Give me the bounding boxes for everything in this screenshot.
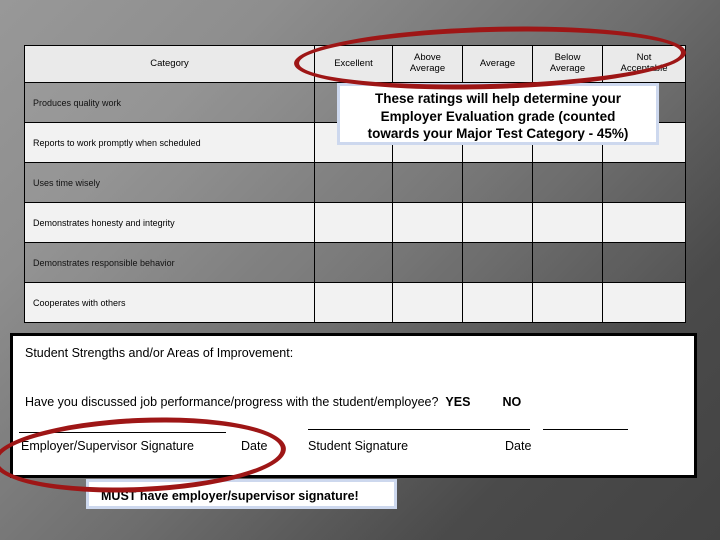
rating-cell-below-average[interactable]	[532, 162, 603, 203]
table-row: Demonstrates honesty and integrity	[24, 202, 686, 243]
ratings-explanation-callout: These ratings will help determine your E…	[337, 83, 659, 145]
ratings-callout-line-2: Employer Evaluation grade (counted	[380, 108, 616, 124]
signature-callout-rest-text: have employer/supervisor signature!	[136, 489, 359, 503]
rating-cell-average[interactable]	[462, 282, 533, 323]
rating-cell-not-acceptable[interactable]	[602, 202, 686, 243]
rating-cell-below-average[interactable]	[532, 242, 603, 283]
table-row: Uses time wisely	[24, 162, 686, 203]
row-category-label: Uses time wisely	[24, 162, 315, 203]
row-category-label: Cooperates with others	[24, 282, 315, 323]
rating-cell-average[interactable]	[462, 202, 533, 243]
rating-cell-above-average[interactable]	[392, 242, 463, 283]
slide-canvas: Category Excellent Above Average Average…	[0, 0, 720, 540]
row-category-label: Demonstrates honesty and integrity	[24, 202, 315, 243]
rating-cell-below-average[interactable]	[532, 282, 603, 323]
student-date-line[interactable]	[543, 429, 628, 430]
table-row: Cooperates with others	[24, 282, 686, 323]
rating-cell-not-acceptable[interactable]	[602, 162, 686, 203]
rating-cell-above-average[interactable]	[392, 282, 463, 323]
rating-cell-above-average[interactable]	[392, 202, 463, 243]
rating-cell-excellent[interactable]	[314, 162, 393, 203]
yes-option[interactable]: YES	[445, 395, 470, 409]
rating-cell-above-average[interactable]	[392, 162, 463, 203]
student-signature-caption: Student Signature	[308, 439, 409, 453]
table-row: Demonstrates responsible behavior	[24, 242, 686, 283]
rating-cell-average[interactable]	[462, 162, 533, 203]
discussed-performance-question: Have you discussed job performance/progr…	[25, 395, 439, 409]
rating-cell-not-acceptable[interactable]	[602, 242, 686, 283]
student-strengths-label: Student Strengths and/or Areas of Improv…	[25, 346, 294, 360]
ratings-callout-line-3: towards your Major Test Category - 45%)	[367, 126, 629, 142]
row-category-label: Produces quality work	[24, 82, 315, 123]
rating-cell-average[interactable]	[462, 242, 533, 283]
student-date-caption: Date	[505, 439, 532, 453]
no-option[interactable]: NO	[502, 395, 521, 409]
column-header-category: Category	[24, 45, 315, 83]
row-category-label: Reports to work promptly when scheduled	[24, 122, 315, 163]
rating-cell-not-acceptable[interactable]	[602, 282, 686, 323]
student-signature-line[interactable]	[308, 429, 530, 430]
rating-cell-excellent[interactable]	[314, 242, 393, 283]
rating-cell-excellent[interactable]	[314, 282, 393, 323]
rating-cell-below-average[interactable]	[532, 202, 603, 243]
ratings-callout-line-1: These ratings will help determine your	[374, 91, 622, 106]
row-category-label: Demonstrates responsible behavior	[24, 242, 315, 283]
rating-cell-excellent[interactable]	[314, 202, 393, 243]
discussed-performance-row: Have you discussed job performance/progr…	[25, 395, 521, 409]
